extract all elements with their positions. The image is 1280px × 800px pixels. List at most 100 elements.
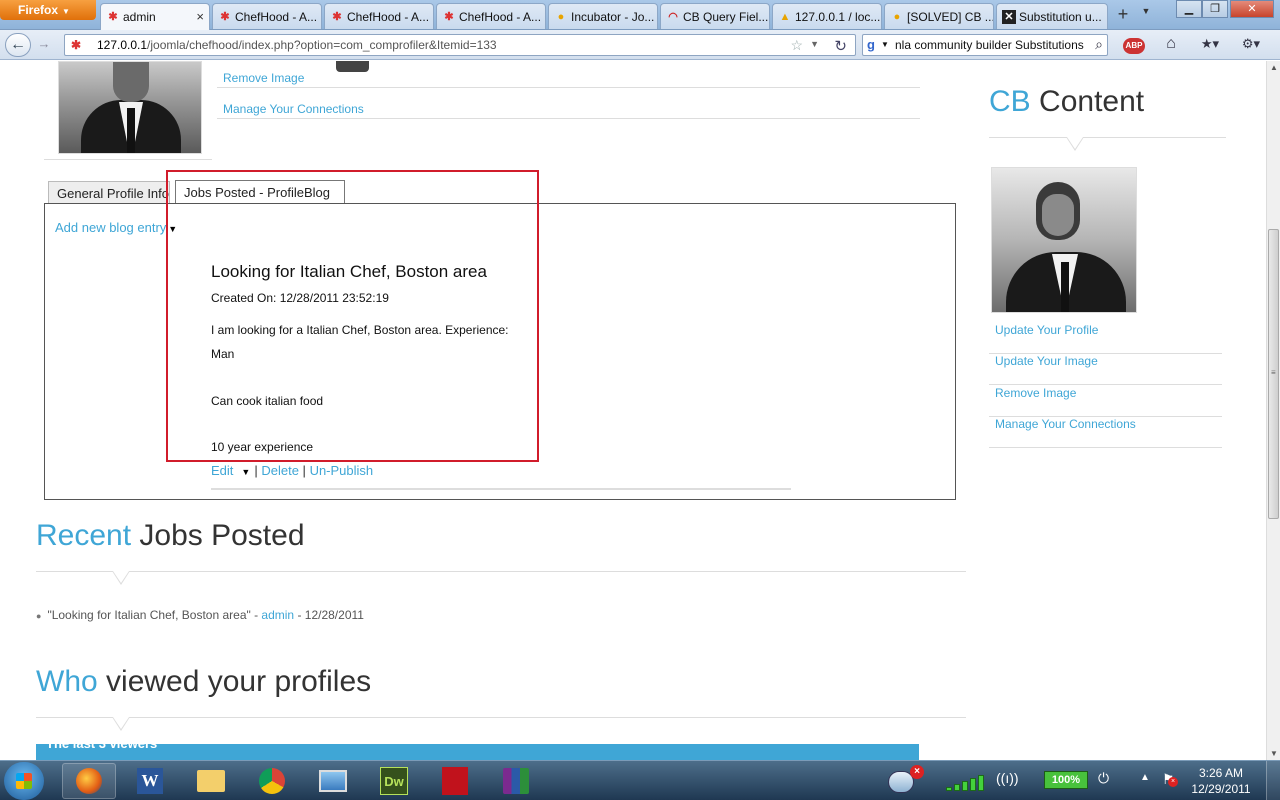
browser-tab[interactable]: ✕ Substitution u...: [996, 3, 1108, 29]
network-manager-icon[interactable]: ×: [884, 765, 924, 797]
tab-general-profile-info[interactable]: General Profile Info: [48, 181, 170, 204]
scroll-down-arrow-icon[interactable]: ▼: [1270, 749, 1278, 758]
chevron-down-icon[interactable]: ▼: [241, 467, 250, 477]
separator: |: [302, 463, 306, 478]
browser-tab[interactable]: ● Incubator - Jo...: [548, 3, 658, 29]
navigation-toolbar: ← → ✱ 127.0.0.1/joomla/chefhood/index.ph…: [0, 30, 1280, 71]
post-body-line: Man: [211, 347, 235, 361]
vertical-scrollbar[interactable]: ▲ ≡ ▼: [1266, 61, 1280, 760]
tab-label: Jobs Posted - ProfileBlog: [184, 185, 330, 200]
search-input[interactable]: g ▼ nla community builder Substitutions …: [862, 34, 1108, 56]
firefox-menu-button[interactable]: Firefox ▼: [0, 0, 96, 20]
signal-strength-icon[interactable]: [946, 771, 992, 791]
remove-image-link[interactable]: Remove Image: [223, 71, 304, 85]
post-body-line: 10 year experience: [211, 440, 314, 454]
show-desktop-button[interactable]: [1266, 761, 1280, 800]
taskbar-word[interactable]: W: [123, 763, 177, 799]
taskbar-chrome[interactable]: [245, 763, 299, 799]
taskbar-explorer[interactable]: [184, 763, 238, 799]
recent-jobs-heading: Recent Jobs Posted: [36, 519, 305, 553]
tab-title: CB Query Fiel...: [683, 10, 769, 24]
clock-time: 3:26 AM: [1198, 766, 1244, 780]
reload-icon[interactable]: ↻: [834, 37, 847, 55]
close-icon[interactable]: ×: [196, 9, 204, 24]
section-rule: [989, 137, 1226, 138]
add-blog-entry-link[interactable]: Add new blog entry ▼: [55, 220, 177, 235]
taskbar-firefox[interactable]: [62, 763, 116, 799]
forward-arrow-icon[interactable]: →: [34, 36, 54, 54]
browser-tab[interactable]: ✱ ChefHood - A...: [324, 3, 434, 29]
update-profile-link[interactable]: Update Your Profile: [995, 323, 1098, 337]
manage-connections-link[interactable]: Manage Your Connections: [995, 417, 1136, 431]
tab-title: 127.0.0.1 / loc...: [795, 10, 881, 24]
viewers-bar: The last 3 viewers: [36, 736, 919, 760]
arc-icon: ◠: [668, 11, 678, 23]
browser-tab[interactable]: ● [SOLVED] CB ...: [884, 3, 994, 29]
x-icon: ✕: [1002, 10, 1016, 24]
scroll-up-arrow-icon[interactable]: ▲: [1270, 63, 1278, 72]
chevron-down-icon[interactable]: ▼: [810, 39, 819, 49]
adblock-button[interactable]: ABP ▾: [1118, 34, 1150, 71]
chevron-down-icon[interactable]: ▼: [881, 40, 889, 49]
battery-indicator[interactable]: 100%: [1044, 771, 1088, 789]
tab-jobs-posted[interactable]: Jobs Posted - ProfileBlog: [175, 180, 345, 204]
new-tab-button[interactable]: +: [1112, 4, 1134, 26]
scroll-thumb[interactable]: ≡: [1268, 229, 1279, 519]
restore-icon[interactable]: ❐: [1202, 0, 1228, 18]
recent-item-title: "Looking for Italian Chef, Boston area": [47, 608, 251, 622]
post-actions: Edit ▼ | Delete | Un-Publish: [211, 463, 373, 478]
viewers-bar-label: The last 3 viewers: [46, 736, 158, 751]
taskbar-acrobat[interactable]: [428, 763, 482, 799]
remove-image-link[interactable]: Remove Image: [995, 386, 1076, 400]
back-arrow-icon[interactable]: ←: [5, 33, 31, 57]
browser-tab[interactable]: ✱ admin ×: [100, 3, 210, 31]
taskbar-dreamweaver[interactable]: Dw: [367, 763, 421, 799]
firefox-menu-label: Firefox: [18, 3, 59, 17]
taskbar-winrar[interactable]: [489, 763, 543, 799]
post-created-date: Created On: 12/28/2011 23:52:19: [211, 291, 389, 305]
separator: -: [294, 608, 305, 622]
sidebar-link-row: Update Your Image: [989, 354, 1222, 385]
sidebar-link-row: Manage Your Connections: [989, 417, 1222, 448]
bookmarks-icon[interactable]: ★▾: [1195, 34, 1225, 56]
browser-tab[interactable]: ✱ ChefHood - A...: [436, 3, 546, 29]
phpmyadmin-icon: ▲: [779, 11, 791, 23]
power-plug-icon[interactable]: ⏻: [1098, 770, 1109, 787]
action-center-flag-icon[interactable]: ⚑×: [1162, 771, 1178, 788]
section-notch: [112, 571, 130, 585]
bookmark-star-icon[interactable]: ☆: [790, 37, 803, 54]
profile-photo: [58, 61, 202, 154]
author-link[interactable]: admin: [261, 608, 294, 622]
duck-icon: ●: [557, 11, 565, 23]
wireless-icon[interactable]: ((ı)): [996, 770, 1019, 786]
browser-tab[interactable]: ✱ ChefHood - A...: [212, 3, 322, 29]
browser-tab[interactable]: ◠ CB Query Fiel...: [660, 3, 770, 29]
search-icon[interactable]: ⌕: [1095, 36, 1103, 53]
home-icon[interactable]: ⌂: [1158, 34, 1184, 56]
manage-connections-link[interactable]: Manage Your Connections: [223, 102, 364, 116]
show-hidden-icons-icon[interactable]: ▲: [1140, 772, 1150, 783]
update-image-link[interactable]: Update Your Image: [995, 354, 1098, 368]
system-clock[interactable]: 3:26 AM 12/29/2011: [1186, 765, 1256, 797]
address-bar[interactable]: ✱ 127.0.0.1/joomla/chefhood/index.php?op…: [64, 34, 856, 56]
windows-taskbar: W Dw × ((ı)) 100% ⏻ ▲ ⚑× 3:26 AM 12/29/2…: [0, 760, 1280, 800]
joomla-icon: ✱: [220, 11, 230, 23]
firefox-icon: [76, 768, 102, 794]
delete-link[interactable]: Delete: [261, 463, 299, 478]
section-rule: [36, 717, 966, 718]
tab-list-chevron-icon[interactable]: ▼: [1138, 6, 1154, 24]
page-viewport: Remove Image Manage Your Connections Gen…: [0, 61, 1266, 760]
start-button[interactable]: [4, 762, 44, 800]
heading-accent: Who: [36, 665, 98, 698]
acrobat-icon: [442, 767, 468, 795]
taskbar-photo-viewer[interactable]: [306, 763, 360, 799]
window-close-icon[interactable]: ✕: [1230, 0, 1274, 18]
minimize-icon[interactable]: ▁: [1176, 0, 1202, 18]
section-notch: [1066, 137, 1084, 151]
unpublish-link[interactable]: Un-Publish: [310, 463, 374, 478]
chevron-down-icon: ▼: [62, 7, 70, 16]
addon-icon[interactable]: ⚙▾: [1236, 34, 1266, 56]
edit-link[interactable]: Edit: [211, 463, 233, 478]
browser-tab[interactable]: ▲ 127.0.0.1 / loc...: [772, 3, 882, 29]
heading-rest: Content: [1039, 85, 1145, 118]
